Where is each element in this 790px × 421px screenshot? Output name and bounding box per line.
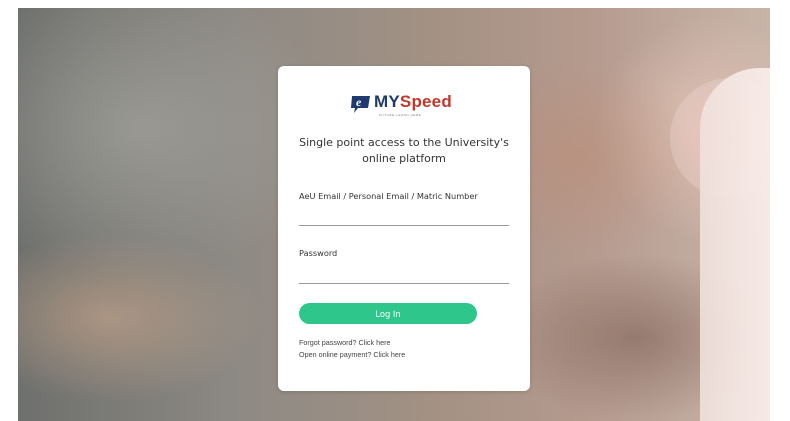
e-speech-bubble-icon: e	[351, 95, 370, 113]
svg-text:e: e	[356, 95, 362, 109]
online-payment-text: Open online payment?	[299, 350, 372, 359]
logo-wordmark: MYSpeed	[374, 92, 452, 112]
password-input[interactable]	[299, 265, 509, 284]
login-heading: Single point access to the University's …	[299, 136, 509, 165]
login-button[interactable]: Log In	[299, 303, 477, 324]
forgot-password-text: Forgot password?	[299, 338, 357, 347]
email-label: AeU Email / Personal Email / Matric Numb…	[299, 191, 478, 201]
logo-my: MY	[374, 92, 400, 111]
forgot-password-link[interactable]: Click here	[359, 338, 391, 347]
online-payment-link[interactable]: Click here	[373, 350, 405, 359]
logo-tagline: FUTURE LEARN HERE	[379, 113, 422, 117]
logo-speed: Speed	[399, 92, 452, 111]
forgot-password-row: Forgot password? Click here	[299, 338, 391, 347]
email-input[interactable]	[299, 207, 509, 226]
password-label: Password	[299, 248, 338, 258]
online-payment-row: Open online payment? Click here	[299, 350, 405, 359]
login-card: e MYSpeed FUTURE LEARN HERE Single point…	[278, 66, 530, 391]
coffee-cup	[700, 68, 770, 421]
